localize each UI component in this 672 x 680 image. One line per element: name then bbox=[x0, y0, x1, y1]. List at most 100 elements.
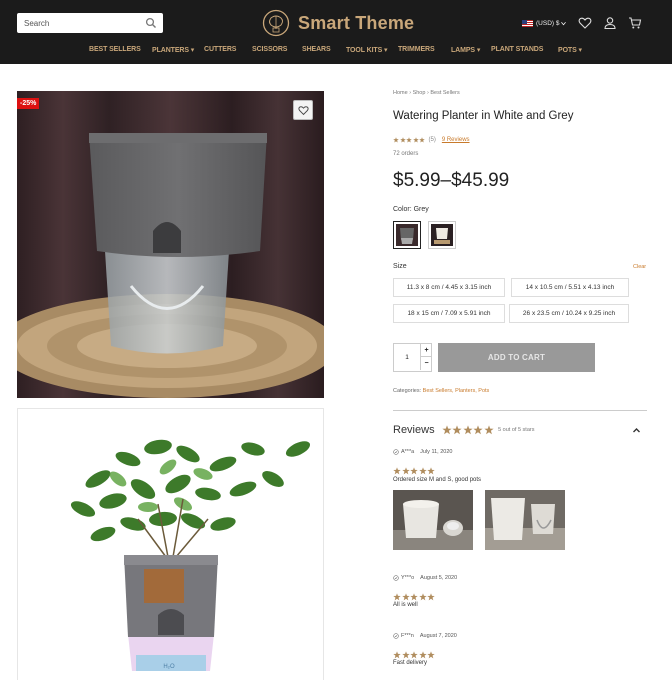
star-icon bbox=[393, 137, 399, 143]
nav-label: SHEARS bbox=[302, 46, 331, 53]
nav-item-scissors[interactable]: SCISSORS bbox=[252, 46, 287, 53]
cart-icon[interactable] bbox=[628, 16, 642, 30]
star-icon bbox=[393, 467, 401, 475]
categories-links[interactable]: Best Sellers, Planters, Pots bbox=[423, 388, 490, 394]
product-image-main[interactable] bbox=[17, 91, 324, 398]
breadcrumb-home[interactable]: Home bbox=[393, 90, 408, 96]
nav-label: POTS bbox=[558, 47, 577, 54]
verified-icon bbox=[393, 633, 399, 639]
chevron-up-icon[interactable] bbox=[632, 426, 641, 435]
quantity-input[interactable]: 1 bbox=[394, 344, 420, 371]
section-divider bbox=[393, 410, 647, 411]
star-icon bbox=[418, 651, 427, 659]
reviews-summary-text: 5 out of 5 stars bbox=[498, 427, 535, 433]
breadcrumb-current[interactable]: Best Sellers bbox=[430, 90, 459, 96]
discount-badge: -25% bbox=[17, 98, 40, 109]
star-icon bbox=[441, 425, 452, 435]
orders-count: 72 orders bbox=[393, 151, 419, 157]
water-label: H₂O bbox=[163, 664, 175, 670]
size-option-2[interactable]: 14 x 10.5 cm / 5.51 x 4.13 inch bbox=[511, 278, 629, 297]
quantity-stepper: 1 + − bbox=[393, 343, 432, 372]
search-box[interactable] bbox=[17, 13, 163, 34]
clear-size-link[interactable]: Clear bbox=[633, 264, 646, 270]
star-icon bbox=[427, 467, 435, 475]
rating-stars bbox=[393, 137, 426, 143]
color-swatch-white[interactable] bbox=[428, 221, 456, 249]
star-icon bbox=[412, 137, 419, 143]
star-icon bbox=[418, 467, 427, 475]
star-icon bbox=[410, 593, 418, 601]
header-tools: (USD) $ bbox=[522, 15, 653, 31]
star-icon bbox=[406, 137, 412, 143]
nav-item-plant-stands[interactable]: PLANT STANDS bbox=[491, 46, 543, 53]
star-icon bbox=[401, 593, 410, 601]
chevron-down-icon: ▾ bbox=[475, 47, 481, 54]
nav-item-lamps[interactable]: LAMPS ▾ bbox=[451, 46, 480, 54]
breadcrumb-shop[interactable]: Shop bbox=[413, 90, 426, 96]
heart-icon bbox=[297, 105, 309, 115]
nav-item-pots[interactable]: POTS ▾ bbox=[558, 46, 582, 54]
size-option-4[interactable]: 26 x 23.5 cm / 10.24 x 9.25 inch bbox=[509, 304, 629, 323]
wishlist-button[interactable] bbox=[293, 100, 313, 120]
categories-label: Categories: bbox=[393, 388, 422, 394]
verified-icon bbox=[393, 449, 399, 455]
review-meta: A***a July 11, 2020 bbox=[393, 449, 452, 455]
product-image-secondary[interactable]: H₂O bbox=[17, 408, 324, 680]
add-to-cart-button[interactable]: ADD TO CART bbox=[438, 343, 595, 372]
currency-selector[interactable]: (USD) $ bbox=[522, 19, 567, 27]
chevron-down-icon: ▾ bbox=[576, 47, 583, 54]
quantity-increase-button[interactable]: + bbox=[420, 344, 432, 357]
size-option-1[interactable]: 11.3 x 8 cm / 4.45 x 3.15 inch bbox=[393, 278, 505, 297]
star-icon bbox=[483, 425, 494, 435]
review-author: A***a bbox=[401, 449, 415, 455]
review-meta: F***n August 7, 2020 bbox=[393, 633, 457, 639]
nav-label: SCISSORS bbox=[252, 46, 288, 53]
nav-item-best-sellers[interactable]: BEST SELLERS bbox=[89, 46, 141, 53]
nav-label: PLANTERS bbox=[152, 47, 189, 54]
star-icon bbox=[410, 467, 418, 475]
chevron-down-icon: ▾ bbox=[188, 47, 195, 54]
swatch-image-white bbox=[431, 224, 453, 246]
size-option-3[interactable]: 18 x 15 cm / 7.09 x 5.91 inch bbox=[393, 304, 505, 323]
review-author: Y***o bbox=[401, 575, 415, 581]
nav-item-tool-kits[interactable]: TOOL KITS ▾ bbox=[346, 46, 388, 54]
nav-label: BEST SELLERS bbox=[89, 46, 141, 53]
nav-label: PLANT STANDS bbox=[491, 46, 544, 53]
review-photo-image bbox=[485, 490, 565, 550]
color-swatch-grey[interactable] bbox=[393, 221, 421, 249]
star-icon bbox=[410, 651, 418, 659]
review-photo-1[interactable] bbox=[393, 490, 473, 550]
search-icon[interactable] bbox=[145, 17, 157, 29]
reviews-link[interactable]: 9 Reviews bbox=[442, 137, 470, 143]
review-text: All is well bbox=[393, 602, 418, 608]
user-icon[interactable] bbox=[603, 16, 617, 30]
review-date: August 5, 2020 bbox=[420, 575, 458, 581]
star-icon bbox=[473, 425, 483, 435]
nav-label: TOOL KITS bbox=[346, 47, 383, 54]
nav-item-shears[interactable]: SHEARS bbox=[302, 46, 331, 53]
heart-icon[interactable] bbox=[578, 16, 592, 30]
nav-item-cutters[interactable]: CUTTERS bbox=[204, 46, 236, 53]
planter-photo bbox=[17, 91, 324, 398]
site-logo[interactable]: Smart Theme bbox=[262, 7, 414, 39]
nav-item-trimmers[interactable]: TRIMMERS bbox=[398, 46, 435, 53]
star-icon bbox=[399, 137, 406, 143]
brain-logo-icon bbox=[262, 9, 290, 37]
product-rating: (5) 9 Reviews bbox=[393, 137, 470, 143]
reviews-summary-stars bbox=[441, 425, 495, 435]
review-date: July 11, 2020 bbox=[420, 449, 453, 455]
search-input[interactable] bbox=[17, 13, 137, 34]
nav-item-planters[interactable]: PLANTERS ▾ bbox=[152, 46, 194, 54]
reviews-header[interactable]: Reviews 5 out of 5 stars bbox=[393, 424, 534, 436]
breadcrumb: Home › Shop › Best Sellers bbox=[393, 90, 460, 96]
star-icon bbox=[452, 425, 462, 435]
star-icon bbox=[462, 425, 473, 435]
review-photo-2[interactable] bbox=[485, 490, 565, 550]
product-title: Watering Planter in White and Grey bbox=[393, 110, 574, 122]
chevron-down-icon: ▾ bbox=[382, 47, 388, 54]
product-categories: Categories: Best Sellers, Planters, Pots bbox=[393, 388, 489, 394]
currency-label: (USD) $ bbox=[536, 19, 560, 27]
quantity-decrease-button[interactable]: − bbox=[420, 357, 432, 370]
rating-count: (5) bbox=[428, 137, 436, 143]
planter-with-plant-photo: H₂O bbox=[70, 439, 311, 671]
